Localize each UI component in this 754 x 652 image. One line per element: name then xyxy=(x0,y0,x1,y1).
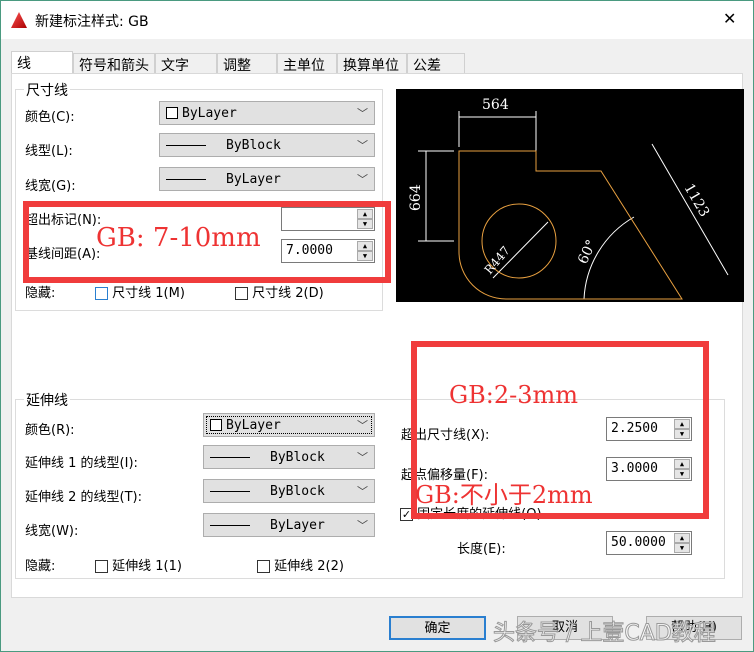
ext-suppress-label: 隐藏: xyxy=(25,559,56,574)
ext2-linetype-label: 延伸线 2 的线型(T): xyxy=(25,490,143,505)
value: ByLayer xyxy=(226,171,281,187)
suppress-label: 隐藏: xyxy=(25,286,56,301)
ext-lineweight-select[interactable]: ByLayer ﹀ xyxy=(203,513,375,537)
ext-lineweight-label: 线宽(W): xyxy=(25,524,79,539)
value: ByBlock xyxy=(226,137,281,153)
label: 尺寸线 2(D) xyxy=(252,286,324,301)
chevron-down-icon: ﹀ xyxy=(357,173,368,186)
color-label: 颜色(C): xyxy=(25,110,75,125)
dim-color-select[interactable]: ByLayer ﹀ xyxy=(159,101,375,125)
label: 延伸线 1(1) xyxy=(112,559,182,574)
annotation-note-2: GB:2-3mm xyxy=(449,381,579,409)
suppress-ext1-checkbox[interactable]: 延伸线 1(1) xyxy=(95,555,182,574)
value: ByBlock xyxy=(270,449,325,465)
chevron-down-icon: ﹀ xyxy=(357,419,368,432)
title-bar: 新建标注样式: GB ✕ xyxy=(1,1,753,39)
ext2-linetype-select[interactable]: ByBlock ﹀ xyxy=(203,479,375,503)
tab-fit[interactable]: 调整 xyxy=(217,53,277,74)
tab-alternate-units[interactable]: 换算单位 xyxy=(337,53,407,74)
chevron-down-icon: ﹀ xyxy=(357,139,368,152)
tab-text[interactable]: 文字 xyxy=(155,53,217,74)
label: 尺寸线 1(M) xyxy=(112,286,185,301)
window-title: 新建标注样式: GB xyxy=(35,14,149,30)
tab-tolerances[interactable]: 公差 xyxy=(407,53,465,74)
group-label: 尺寸线 xyxy=(24,80,70,100)
ext1-linetype-select[interactable]: ByBlock ﹀ xyxy=(203,445,375,469)
group-label: 延伸线 xyxy=(24,390,70,410)
length-spinner[interactable]: 50.0000 ▲ ▼ xyxy=(606,531,692,555)
suppress-dim2-checkbox[interactable]: 尺寸线 2(D) xyxy=(235,282,324,301)
chevron-down-icon: ﹀ xyxy=(357,451,368,464)
dim-lineweight-select[interactable]: ByLayer ﹀ xyxy=(159,167,375,191)
dim-left-text: 664 xyxy=(408,184,424,211)
dim-top-text: 564 xyxy=(482,97,509,113)
lineweight-label: 线宽(G): xyxy=(25,179,76,194)
dimension-preview: 564 664 1123 R447 60° xyxy=(396,89,744,302)
color-swatch xyxy=(210,419,222,431)
ext-color-select[interactable]: ByLayer ﹀ xyxy=(203,413,375,437)
value: ByLayer xyxy=(226,417,281,433)
annotation-note-3: GB:不小于2mm xyxy=(415,481,593,509)
tab-lines[interactable]: 线 xyxy=(11,51,73,75)
color-swatch xyxy=(166,107,178,119)
annotation-note-1: GB: 7-10mm xyxy=(96,223,261,253)
app-logo-icon xyxy=(11,12,27,28)
spin-down-icon[interactable]: ▼ xyxy=(674,543,690,553)
value: 50.0000 xyxy=(611,535,666,550)
dim-linetype-select[interactable]: ByBlock ﹀ xyxy=(159,133,375,157)
chevron-down-icon: ﹀ xyxy=(357,107,368,120)
tab-primary-units[interactable]: 主单位 xyxy=(277,53,337,74)
suppress-dim1-checkbox[interactable]: 尺寸线 1(M) xyxy=(95,282,185,301)
value: ByBlock xyxy=(270,483,325,499)
suppress-ext2-checkbox[interactable]: 延伸线 2(2) xyxy=(257,555,344,574)
ok-button[interactable]: 确定 xyxy=(389,616,486,640)
chevron-down-icon: ﹀ xyxy=(357,519,368,532)
spin-up-icon[interactable]: ▲ xyxy=(674,533,690,543)
close-icon[interactable]: ✕ xyxy=(723,9,736,28)
chevron-down-icon: ﹀ xyxy=(357,485,368,498)
ext1-linetype-label: 延伸线 1 的线型(I): xyxy=(25,456,138,471)
watermark: 头条号 / 上壹CAD教程 xyxy=(493,621,717,647)
value: ByLayer xyxy=(182,105,237,121)
ext-color-label: 颜色(R): xyxy=(25,423,75,438)
linetype-label: 线型(L): xyxy=(25,144,73,159)
length-label: 长度(E): xyxy=(457,542,506,557)
label: 延伸线 2(2) xyxy=(274,559,344,574)
tab-symbols-arrows[interactable]: 符号和箭头 xyxy=(73,53,155,74)
value: ByLayer xyxy=(270,517,325,533)
